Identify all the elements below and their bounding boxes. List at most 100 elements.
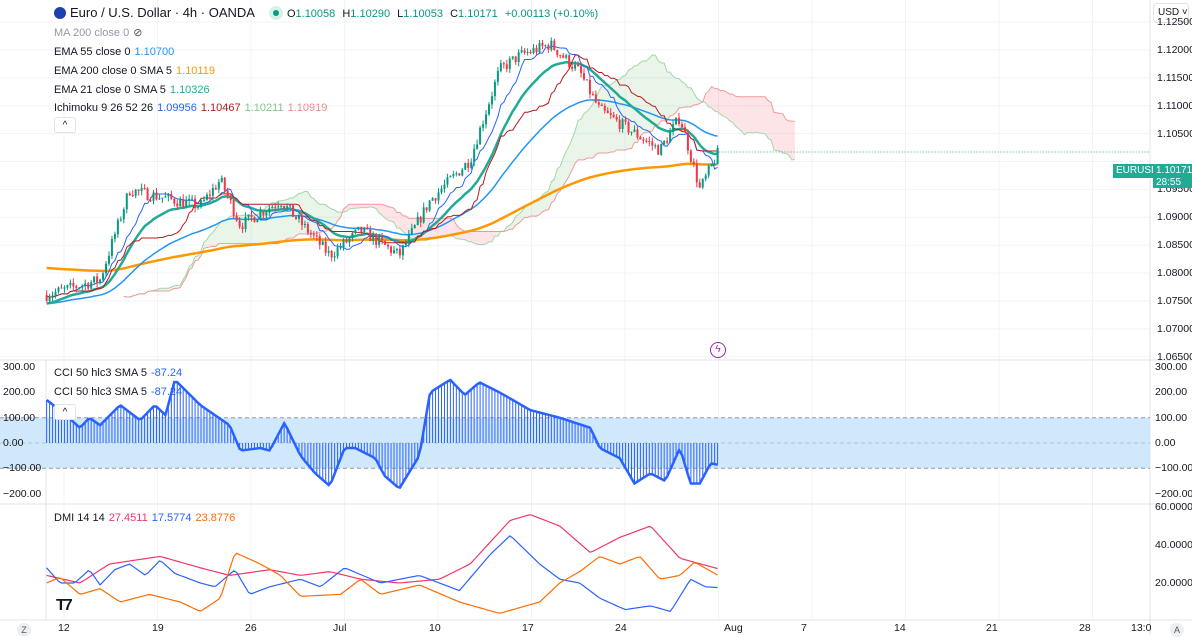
ichimoku-cloud-segment — [712, 87, 715, 111]
candle-body — [182, 199, 184, 207]
collapse-cci-legend-button[interactable]: ^ — [54, 404, 76, 420]
candle-body — [565, 55, 567, 58]
candle-body — [619, 120, 621, 129]
candle-body — [117, 220, 119, 234]
ichimoku-cloud-segment — [756, 97, 759, 133]
ichimoku-cloud-segment — [388, 207, 391, 222]
ichimoku-cloud-segment — [744, 97, 747, 135]
ichimoku-cloud-segment — [578, 119, 581, 160]
candle-body — [141, 188, 143, 191]
candle-body — [613, 115, 615, 117]
candle-body — [256, 219, 258, 222]
candle-body — [500, 63, 502, 71]
ichimoku-cloud-segment — [231, 216, 234, 244]
candle-body — [636, 130, 638, 138]
candle-body — [188, 199, 190, 201]
candle-body — [622, 119, 624, 129]
price-axis-label: 1.08000 — [1157, 267, 1192, 279]
candle-body — [675, 118, 677, 125]
price-axis-label: 1.09000 — [1157, 211, 1192, 223]
collapse-legend-button[interactable]: ^ — [54, 117, 76, 133]
candle-body — [81, 286, 83, 288]
ichimoku-cloud-segment — [670, 72, 673, 116]
candle-body — [518, 52, 520, 62]
candle-body — [316, 235, 318, 236]
candle-body — [345, 239, 347, 242]
candle-body — [423, 207, 425, 222]
candle-body — [147, 188, 149, 200]
tradingview-logo[interactable]: T7 — [56, 597, 71, 615]
ichimoku-cloud-segment — [777, 113, 780, 151]
ichimoku-cloud-segment — [536, 200, 539, 216]
ichimoku-cloud-segment — [228, 216, 231, 244]
ichimoku-cloud-segment — [759, 97, 762, 133]
ichimoku-cloud-segment — [673, 76, 676, 115]
candle-body — [535, 48, 537, 52]
candle-body — [268, 208, 270, 212]
candle-body — [393, 250, 395, 253]
candle-body — [334, 256, 336, 257]
candle-body — [440, 189, 442, 193]
time-axis-label: 17 — [522, 622, 534, 634]
candle-body — [212, 188, 214, 196]
candle-body — [384, 241, 386, 245]
candle-body — [648, 141, 650, 142]
candle-body — [628, 122, 630, 133]
legend-ichimoku[interactable]: Ichimoku 9 26 52 261.099561.104671.10211… — [54, 101, 331, 115]
candle-body — [78, 288, 80, 289]
time-axis-label: 21 — [986, 622, 998, 634]
legend-dmi[interactable]: DMI 14 1427.451117.577423.8776 — [54, 511, 239, 525]
ichimoku-cloud-segment — [747, 97, 750, 133]
candle-body — [75, 286, 77, 288]
ichimoku-cloud-segment — [768, 101, 771, 140]
candle-body — [631, 132, 633, 133]
candle-body — [553, 41, 555, 50]
legend-ma200[interactable]: MA 200 close 0⊘ — [54, 26, 146, 40]
candle-body — [571, 67, 573, 69]
legend-ema55[interactable]: EMA 55 close 01.10700 — [54, 45, 178, 59]
symbol-legend[interactable]: Euro / U.S. Dollar · 4h · OANDAO1.10058 … — [54, 6, 606, 21]
legend-ema200[interactable]: EMA 200 close 0 SMA 51.10119 — [54, 64, 219, 78]
ichimoku-cloud-segment — [661, 63, 664, 121]
candle-body — [432, 198, 434, 200]
ichimoku-cloud-segment — [489, 231, 492, 241]
legend-cci-1[interactable]: CCI 50 hlc3 SMA 5-87.24 — [54, 366, 186, 380]
candle-body — [102, 273, 104, 279]
candle-body — [233, 200, 235, 216]
ichimoku-cloud-segment — [741, 97, 744, 135]
candle-body — [46, 295, 48, 301]
ichimoku-cloud-segment — [721, 91, 724, 117]
candle-body — [108, 256, 110, 264]
candle-body — [283, 206, 285, 209]
event-bolt-icon[interactable]: ϟ — [710, 342, 726, 358]
ichimoku-cloud-segment — [792, 121, 795, 160]
eye-hidden-icon[interactable]: ⊘ — [133, 27, 142, 39]
candle-body — [402, 245, 404, 255]
candle-body — [173, 199, 175, 204]
candle-body — [678, 118, 680, 124]
candle-body — [203, 200, 205, 201]
candle-body — [556, 50, 558, 55]
candle-body — [304, 224, 306, 225]
candle-body — [610, 113, 612, 115]
candle-body — [274, 207, 276, 208]
price-axis-label: 1.10500 — [1157, 128, 1192, 140]
legend-cci-2[interactable]: CCI 50 hlc3 SMA 5-87.24 — [54, 385, 186, 399]
candle-body — [497, 71, 499, 82]
time-axis-label: 26 — [245, 622, 257, 634]
candle-body — [589, 80, 591, 94]
time-axis-label: 14 — [894, 622, 906, 634]
ichimoku-cloud-segment — [314, 199, 317, 234]
ichimoku-cloud-segment — [480, 231, 483, 244]
candle-body — [530, 52, 532, 53]
candle-body — [310, 233, 312, 234]
candle-body — [616, 117, 618, 120]
candle-body — [58, 288, 60, 292]
candle-body — [126, 193, 128, 209]
ichimoku-cloud-segment — [471, 231, 474, 243]
candle-body — [491, 96, 493, 104]
legend-ema21[interactable]: EMA 21 close 0 SMA 51.10326 — [54, 83, 214, 97]
candle-body — [295, 217, 297, 219]
candle-body — [669, 132, 671, 143]
candle-body — [84, 283, 86, 285]
